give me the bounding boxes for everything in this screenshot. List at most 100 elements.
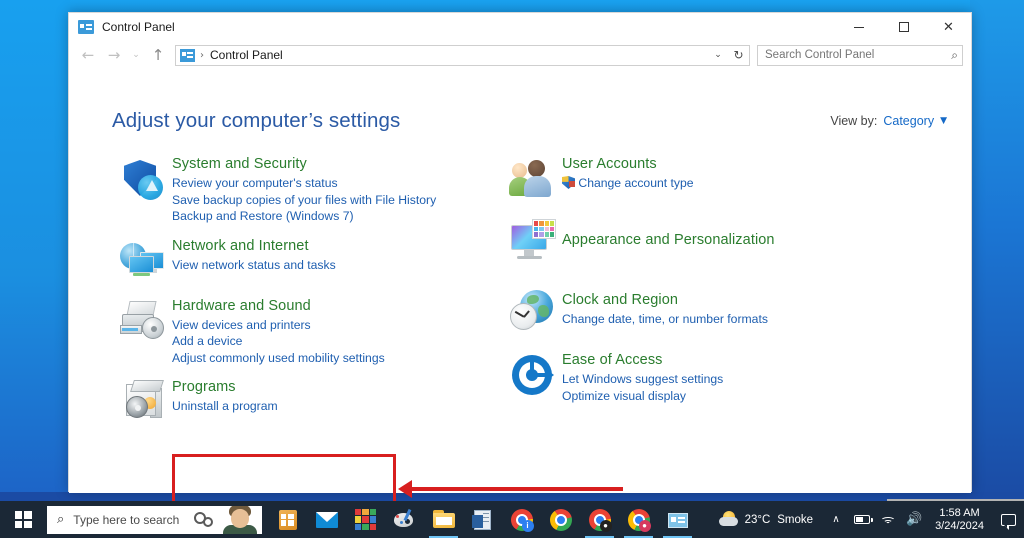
action-center-button[interactable] (992, 501, 1024, 538)
category-link[interactable]: Add a device (172, 333, 385, 350)
chrome-icon: i (510, 508, 534, 532)
paint-icon (393, 508, 416, 531)
refresh-button[interactable]: ↻ (728, 44, 750, 66)
clock-region-icon[interactable] (510, 289, 556, 335)
uac-shield-icon (562, 176, 575, 189)
taskbar-weather[interactable]: 23°C Smoke (715, 511, 824, 528)
taskbar-item-file-explorer[interactable] (424, 501, 463, 538)
start-button[interactable] (0, 501, 46, 538)
windows-logo-icon (14, 511, 32, 528)
mail-icon (315, 509, 338, 531)
weather-condition: Smoke (777, 513, 814, 526)
category-title[interactable]: Programs (172, 378, 278, 396)
forward-button[interactable]: → (101, 43, 127, 67)
taskbar-item-wps-office[interactable] (346, 501, 385, 538)
wifi-icon (880, 513, 897, 526)
cortana-icon[interactable] (194, 510, 216, 530)
category-title[interactable]: Clock and Region (562, 291, 768, 309)
taskbar-item-mail[interactable] (307, 501, 346, 538)
search-box[interactable]: ⌕ (757, 44, 963, 66)
close-button[interactable]: ✕ (926, 13, 971, 41)
up-button[interactable]: ↑ (145, 43, 171, 67)
printer-icon[interactable] (120, 299, 166, 345)
clock-date: 3/24/2024 (935, 519, 984, 532)
taskbar-item-chrome-3[interactable]: ● (580, 501, 619, 538)
category-link[interactable]: Change account type (562, 175, 694, 192)
view-by-label: View by: (830, 114, 878, 128)
user-accounts-icon[interactable] (509, 157, 556, 203)
taskbar-item-chrome-1[interactable]: i (502, 501, 541, 538)
breadcrumb-item-control-panel[interactable]: Control Panel (210, 48, 283, 62)
breadcrumb-separator: › (200, 49, 204, 61)
category-link[interactable]: Review your computer's status (172, 175, 436, 192)
breadcrumb[interactable]: › Control Panel ⌄ (175, 44, 729, 66)
desktop-background-right (970, 0, 1024, 500)
weather-temperature: 23°C (744, 513, 771, 526)
network-status[interactable] (875, 501, 901, 538)
battery-icon (854, 515, 873, 524)
taskbar-item-wps-writer[interactable] (463, 501, 502, 538)
clock-time: 1:58 AM (939, 506, 980, 519)
volume-status[interactable]: 🔊 (901, 501, 927, 538)
minimize-button[interactable] (836, 13, 881, 41)
avatar (221, 505, 259, 534)
category-title[interactable]: Network and Internet (172, 237, 336, 255)
taskbar-item-control-panel[interactable] (658, 501, 697, 538)
taskbar-search-placeholder: Type here to search (73, 512, 180, 527)
view-by-control: View by: Category ▼ (830, 114, 947, 128)
control-panel-window: Control Panel ✕ ← → ⌄ ↑ › Control Panel … (68, 12, 1024, 538)
category-link-label: Change account type (578, 176, 694, 190)
maximize-button[interactable] (881, 13, 926, 41)
recent-locations-button[interactable]: ⌄ (127, 43, 145, 67)
microsoft-store-icon (277, 509, 299, 531)
address-bar: ← → ⌄ ↑ › Control Panel ⌄ ↻ ⌕ (69, 41, 971, 69)
category-link[interactable]: Uninstall a program (172, 398, 278, 415)
taskbar-item-microsoft-store[interactable] (268, 501, 307, 538)
appearance-icon[interactable] (510, 219, 556, 265)
category-link[interactable]: View network status and tasks (172, 257, 336, 274)
category-hardware-and-sound: Hardware and Sound View devices and prin… (114, 297, 489, 367)
taskbar-items: i ● ● (268, 501, 697, 538)
search-icon: ⌕ (57, 512, 65, 527)
category-title[interactable]: Appearance and Personalization (562, 231, 775, 249)
taskbar-clock[interactable]: 1:58 AM 3/24/2024 (927, 507, 992, 533)
chevron-down-icon[interactable]: ▼ (940, 116, 947, 126)
speaker-icon: 🔊 (905, 512, 923, 527)
network-icon[interactable] (120, 239, 166, 285)
category-title[interactable]: User Accounts (562, 155, 694, 173)
category-link[interactable]: Change date, time, or number formats (562, 311, 768, 328)
action-center-icon (1000, 513, 1016, 530)
programs-icon[interactable] (120, 380, 166, 426)
desktop-background-left (0, 0, 70, 500)
chrome-icon: ● (627, 508, 651, 532)
back-button[interactable]: ← (75, 43, 101, 67)
category-link[interactable]: Let Windows suggest settings (562, 371, 723, 388)
security-shield-icon[interactable] (120, 157, 166, 203)
category-column-right: User Accounts Change account type Appear… (489, 155, 909, 438)
window-title: Control Panel (102, 20, 175, 34)
category-title[interactable]: System and Security (172, 155, 436, 173)
taskbar-item-paint[interactable] (385, 501, 424, 538)
category-link[interactable]: Backup and Restore (Windows 7) (172, 208, 436, 225)
show-hidden-icons-button[interactable]: ∧ (823, 501, 849, 538)
category-link[interactable]: Adjust commonly used mobility settings (172, 350, 385, 367)
category-link[interactable]: Optimize visual display (562, 388, 723, 405)
search-icon: ⌕ (951, 47, 958, 62)
window-titlebar[interactable]: Control Panel ✕ (69, 13, 971, 41)
desktop-background-top (0, 0, 1024, 12)
chevron-down-icon[interactable]: ⌄ (708, 50, 728, 60)
category-system-and-security: System and Security Review your computer… (114, 155, 489, 225)
ease-of-access-icon[interactable] (510, 353, 556, 399)
taskbar-item-chrome-2[interactable] (541, 501, 580, 538)
battery-status[interactable] (849, 501, 875, 538)
category-link[interactable]: View devices and printers (172, 317, 385, 334)
category-title[interactable]: Hardware and Sound (172, 297, 385, 315)
taskbar-search-box[interactable]: ⌕ Type here to search (47, 505, 262, 534)
category-user-accounts: User Accounts Change account type (504, 155, 909, 203)
view-by-value[interactable]: Category (883, 114, 934, 128)
control-panel-icon (78, 20, 94, 34)
search-input[interactable] (765, 49, 952, 61)
category-link[interactable]: Save backup copies of your files with Fi… (172, 192, 436, 209)
taskbar-item-chrome-4[interactable]: ● (619, 501, 658, 538)
category-title[interactable]: Ease of Access (562, 351, 723, 369)
